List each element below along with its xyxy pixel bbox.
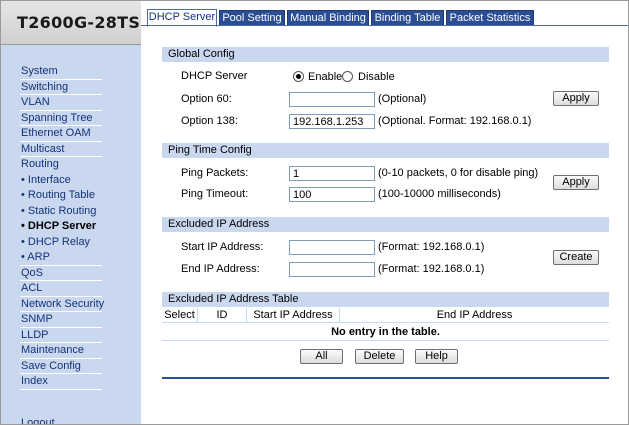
column-id: ID bbox=[216, 309, 228, 321]
ping-packets-hint: (0-10 packets, 0 for disable ping) bbox=[378, 167, 539, 179]
ping-timeout-hint: (100-10000 milliseconds) bbox=[378, 188, 501, 200]
table-empty-message: No entry in the table. bbox=[162, 323, 609, 341]
logo-header: T2600G-28TS bbox=[1, 1, 141, 45]
sidebar-menu: System Switching VLAN Spanning Tree Ethe… bbox=[20, 64, 104, 424]
sidebar-item-maintenance[interactable]: Maintenance bbox=[20, 343, 102, 359]
select-all-button[interactable]: All bbox=[300, 349, 343, 364]
sidebar-item-switching[interactable]: Switching bbox=[20, 80, 102, 95]
column-start-ip: Start IP Address bbox=[253, 309, 333, 321]
help-button[interactable]: Help bbox=[415, 349, 458, 364]
disable-radio-label[interactable]: Disable bbox=[358, 71, 395, 83]
sidebar-item-network-security[interactable]: Network Security bbox=[20, 297, 104, 312]
start-ip-input[interactable] bbox=[289, 240, 375, 255]
end-ip-hint: (Format: 192.168.0.1) bbox=[378, 263, 485, 275]
dhcp-server-label: DHCP Server bbox=[181, 70, 248, 82]
create-button[interactable]: Create bbox=[553, 250, 599, 265]
enable-radio-label[interactable]: Enable bbox=[308, 71, 342, 83]
end-ip-input[interactable] bbox=[289, 262, 375, 277]
column-select: Select bbox=[164, 309, 195, 321]
sidebar-item-save-config[interactable]: Save Config bbox=[20, 359, 102, 374]
tab-bar: DHCP Server Pool Setting Manual Binding … bbox=[141, 1, 628, 27]
section-global-config: Global Config bbox=[162, 47, 609, 62]
ping-packets-label: Ping Packets: bbox=[181, 167, 249, 179]
ping-packets-input[interactable] bbox=[289, 166, 375, 181]
disable-radio[interactable] bbox=[342, 71, 353, 82]
sidebar-subitem-dhcp-server[interactable]: • DHCP Server bbox=[20, 219, 102, 235]
sidebar-subitem-arp[interactable]: • ARP bbox=[20, 250, 102, 266]
option138-input[interactable] bbox=[289, 114, 375, 129]
delete-button[interactable]: Delete bbox=[355, 349, 404, 364]
section-ping-time-config: Ping Time Config bbox=[162, 143, 609, 158]
tab-pool-setting[interactable]: Pool Setting bbox=[219, 10, 285, 26]
logo: T2600G-28TS bbox=[17, 13, 141, 32]
table-header: Select ID Start IP Address End IP Addres… bbox=[162, 308, 609, 323]
sidebar-item-logout[interactable]: Logout bbox=[20, 416, 55, 424]
sidebar-item-ethernet-oam[interactable]: Ethernet OAM bbox=[20, 126, 102, 142]
sidebar-item-acl[interactable]: ACL bbox=[20, 281, 102, 297]
tab-binding-table[interactable]: Binding Table bbox=[371, 10, 444, 26]
sidebar-item-system[interactable]: System bbox=[20, 64, 102, 80]
start-ip-hint: (Format: 192.168.0.1) bbox=[378, 241, 485, 253]
section-excluded-ip: Excluded IP Address bbox=[162, 217, 609, 232]
bottom-divider bbox=[162, 377, 609, 379]
column-end-ip: End IP Address bbox=[436, 309, 513, 321]
ping-apply-button[interactable]: Apply bbox=[553, 175, 599, 190]
global-apply-button[interactable]: Apply bbox=[553, 91, 599, 106]
option60-input[interactable] bbox=[289, 92, 375, 107]
sidebar-item-spanning-tree[interactable]: Spanning Tree bbox=[20, 111, 102, 126]
sidebar-item-routing[interactable]: Routing bbox=[20, 157, 102, 173]
sidebar-subitem-dhcp-relay[interactable]: • DHCP Relay bbox=[20, 235, 102, 251]
sidebar-item-vlan[interactable]: VLAN bbox=[20, 95, 102, 111]
sidebar-item-index[interactable]: Index bbox=[20, 374, 102, 390]
tab-manual-binding[interactable]: Manual Binding bbox=[287, 10, 369, 26]
main-content: Global Config DHCP Server Enable Disable… bbox=[141, 26, 628, 424]
ping-timeout-label: Ping Timeout: bbox=[181, 188, 249, 200]
sidebar-item-lldp[interactable]: LLDP bbox=[20, 328, 102, 343]
tab-packet-statistics[interactable]: Packet Statistics bbox=[446, 10, 534, 26]
start-ip-label: Start IP Address: bbox=[181, 241, 264, 253]
end-ip-label: End IP Address: bbox=[181, 263, 260, 275]
sidebar-item-snmp[interactable]: SNMP bbox=[20, 312, 102, 328]
option60-hint: (Optional) bbox=[378, 93, 427, 105]
option138-label: Option 138: bbox=[181, 115, 238, 127]
sidebar-item-multicast[interactable]: Multicast bbox=[20, 142, 102, 157]
sidebar-subitem-static-routing[interactable]: • Static Routing bbox=[20, 204, 102, 220]
option138-hint: (Optional. Format: 192.168.0.1) bbox=[378, 115, 532, 127]
sidebar: T2600G-28TS System Switching VLAN Spanni… bbox=[1, 1, 141, 424]
section-excluded-ip-table: Excluded IP Address Table bbox=[162, 292, 609, 307]
sidebar-subitem-interface[interactable]: • Interface bbox=[20, 173, 102, 189]
app-window: T2600G-28TS System Switching VLAN Spanni… bbox=[0, 0, 629, 425]
sidebar-item-qos[interactable]: QoS bbox=[20, 266, 102, 281]
option60-label: Option 60: bbox=[181, 93, 232, 105]
ping-timeout-input[interactable] bbox=[289, 187, 375, 202]
enable-radio[interactable] bbox=[293, 71, 304, 82]
sidebar-subitem-routing-table[interactable]: • Routing Table bbox=[20, 188, 102, 204]
